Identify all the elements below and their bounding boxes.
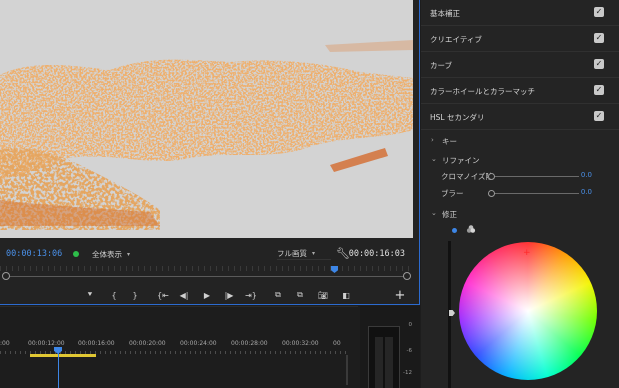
ruler-label: 00:00:20:00	[129, 340, 166, 347]
hue-color-wheel[interactable]	[459, 242, 597, 380]
chevron-down-icon: ⌄	[431, 209, 437, 217]
scrub-ticks	[0, 266, 413, 271]
section-enable-checkbox[interactable]: ✓	[594, 33, 604, 43]
mark-out-button[interactable]: }	[127, 288, 143, 302]
timeline-ruler[interactable]: :00 00:00:12:00 00:00:16:00 00:00:20:00 …	[0, 335, 358, 355]
section-label: クリエイティブ	[430, 35, 482, 44]
play-button[interactable]: ▶	[199, 288, 215, 302]
meter-label: 0	[408, 322, 413, 328]
current-timecode[interactable]: 00:00:13:06	[6, 249, 62, 259]
duration-timecode: 00:00:16:03	[348, 249, 405, 259]
section-enable-checkbox[interactable]: ✓	[594, 7, 604, 17]
add-icon[interactable]: +	[392, 288, 408, 303]
export-frame-camera-icon[interactable]: 📷︎	[315, 288, 331, 302]
ruler-label: 00:00:32:00	[282, 340, 319, 347]
scrub-bar[interactable]	[0, 266, 413, 286]
chevron-down-icon: ▾	[127, 250, 131, 258]
ruler-label: 00:00:24:00	[180, 340, 217, 347]
slider-track[interactable]	[491, 176, 579, 177]
step-forward-button[interactable]: |▶	[221, 288, 237, 302]
video-preview[interactable]	[0, 0, 413, 238]
three-way-mode-icon[interactable]	[466, 224, 476, 234]
ruler-label: 00	[333, 340, 341, 347]
lightness-slider-knob[interactable]	[449, 310, 455, 316]
section-hsl-secondary[interactable]: HSL セカンダリ ✓	[421, 104, 619, 130]
zoom-dropdown-value: 全体表示	[92, 249, 122, 259]
transport-controls: ⯆ { } {⇤ ◀| ▶ |▶ ⇥} ⧉ ⧉ 📷︎ ◧ +	[0, 286, 413, 304]
go-to-in-button[interactable]: {⇤	[155, 288, 171, 302]
subsection-key[interactable]: › キー	[421, 132, 619, 150]
scrub-line	[6, 276, 407, 277]
section-curves[interactable]: カーブ ✓	[421, 52, 619, 78]
status-dot	[73, 251, 79, 257]
slider-knob[interactable]	[488, 190, 495, 197]
subsection-correction[interactable]: ⌄ 修正	[421, 205, 619, 223]
meter-label: -6	[406, 348, 412, 354]
timeline-panel: :00 00:00:12:00 00:00:16:00 00:00:20:00 …	[0, 306, 358, 388]
chevron-down-icon: ▾	[312, 250, 316, 257]
quality-dropdown-value: フル画質	[277, 249, 307, 258]
ruler-label: 00:00:12:00	[28, 340, 65, 347]
timeline-playhead-line	[57, 353, 59, 388]
zoom-dropdown[interactable]: 全体表示 ▾	[92, 248, 144, 260]
subsection-label: 修正	[442, 210, 457, 219]
comparison-view-button[interactable]: ◧	[338, 288, 354, 302]
slider-value[interactable]: 0.0	[581, 171, 592, 179]
slider-blur: ブラー 0.0	[421, 186, 619, 200]
work-area-bar[interactable]	[30, 354, 96, 357]
meter-label: -12	[403, 370, 412, 376]
section-basic-correction[interactable]: 基本補正 ✓	[421, 0, 619, 26]
timeline-scrollbar[interactable]	[346, 355, 348, 385]
subsection-label: キー	[442, 137, 457, 146]
section-color-wheels[interactable]: カラーホイールとカラーマッチ ✓	[421, 78, 619, 104]
in-point-handle[interactable]	[2, 272, 10, 280]
slider-value[interactable]: 0.0	[581, 188, 592, 196]
subsection-label: リファイン	[442, 156, 480, 165]
ruler-label: 00:00:16:00	[78, 340, 115, 347]
add-marker-button[interactable]: ⯆	[82, 288, 98, 302]
color-wheel-marker[interactable]: +	[523, 249, 531, 258]
slider-chroma-denoise: クロマノイズ除 0.0	[421, 169, 619, 183]
monitor-controls-bar: 00:00:13:06 全体表示 ▾ フル画質 ▾ 🔧︎ 00:00:16:03	[0, 244, 413, 264]
audio-meter: 0 -6 -12	[360, 306, 420, 388]
ruler-label: :00	[0, 340, 10, 347]
section-label: 基本補正	[430, 9, 460, 18]
out-point-handle[interactable]	[403, 272, 411, 280]
insert-button[interactable]: ⧉	[270, 288, 286, 302]
section-enable-checkbox[interactable]: ✓	[594, 85, 604, 95]
chevron-down-icon: ⌄	[431, 155, 437, 163]
slider-label: ブラー	[441, 189, 464, 198]
mark-in-button[interactable]: {	[106, 288, 122, 302]
playback-quality-dropdown[interactable]: フル画質 ▾	[277, 248, 331, 260]
monitor-playhead[interactable]	[331, 266, 338, 273]
slider-knob[interactable]	[488, 173, 495, 180]
chevron-right-icon: ›	[431, 136, 434, 144]
subsection-refine[interactable]: ⌄ リファイン	[421, 151, 619, 169]
audio-meter-channels	[368, 326, 400, 388]
section-label: HSL セカンダリ	[430, 113, 485, 122]
overwrite-button[interactable]: ⧉	[292, 288, 308, 302]
go-to-out-button[interactable]: ⇥}	[243, 288, 259, 302]
section-enable-checkbox[interactable]: ✓	[594, 111, 604, 121]
ruler-label: 00:00:28:00	[231, 340, 268, 347]
section-creative[interactable]: クリエイティブ ✓	[421, 26, 619, 52]
step-back-button[interactable]: ◀|	[176, 288, 192, 302]
slider-track[interactable]	[491, 193, 579, 194]
slider-label: クロマノイズ除	[441, 172, 494, 181]
lumetri-color-panel: 基本補正 ✓ クリエイティブ ✓ カーブ ✓ カラーホイールとカラーマッチ ✓ …	[421, 0, 619, 388]
section-label: カラーホイールとカラーマッチ	[430, 87, 535, 96]
program-monitor: 00:00:13:06 全体表示 ▾ フル画質 ▾ 🔧︎ 00:00:16:03…	[0, 0, 420, 305]
section-enable-checkbox[interactable]: ✓	[594, 59, 604, 69]
single-wheel-mode-icon[interactable]	[452, 228, 457, 233]
video-frame-image	[0, 0, 413, 238]
section-label: カーブ	[430, 61, 453, 70]
